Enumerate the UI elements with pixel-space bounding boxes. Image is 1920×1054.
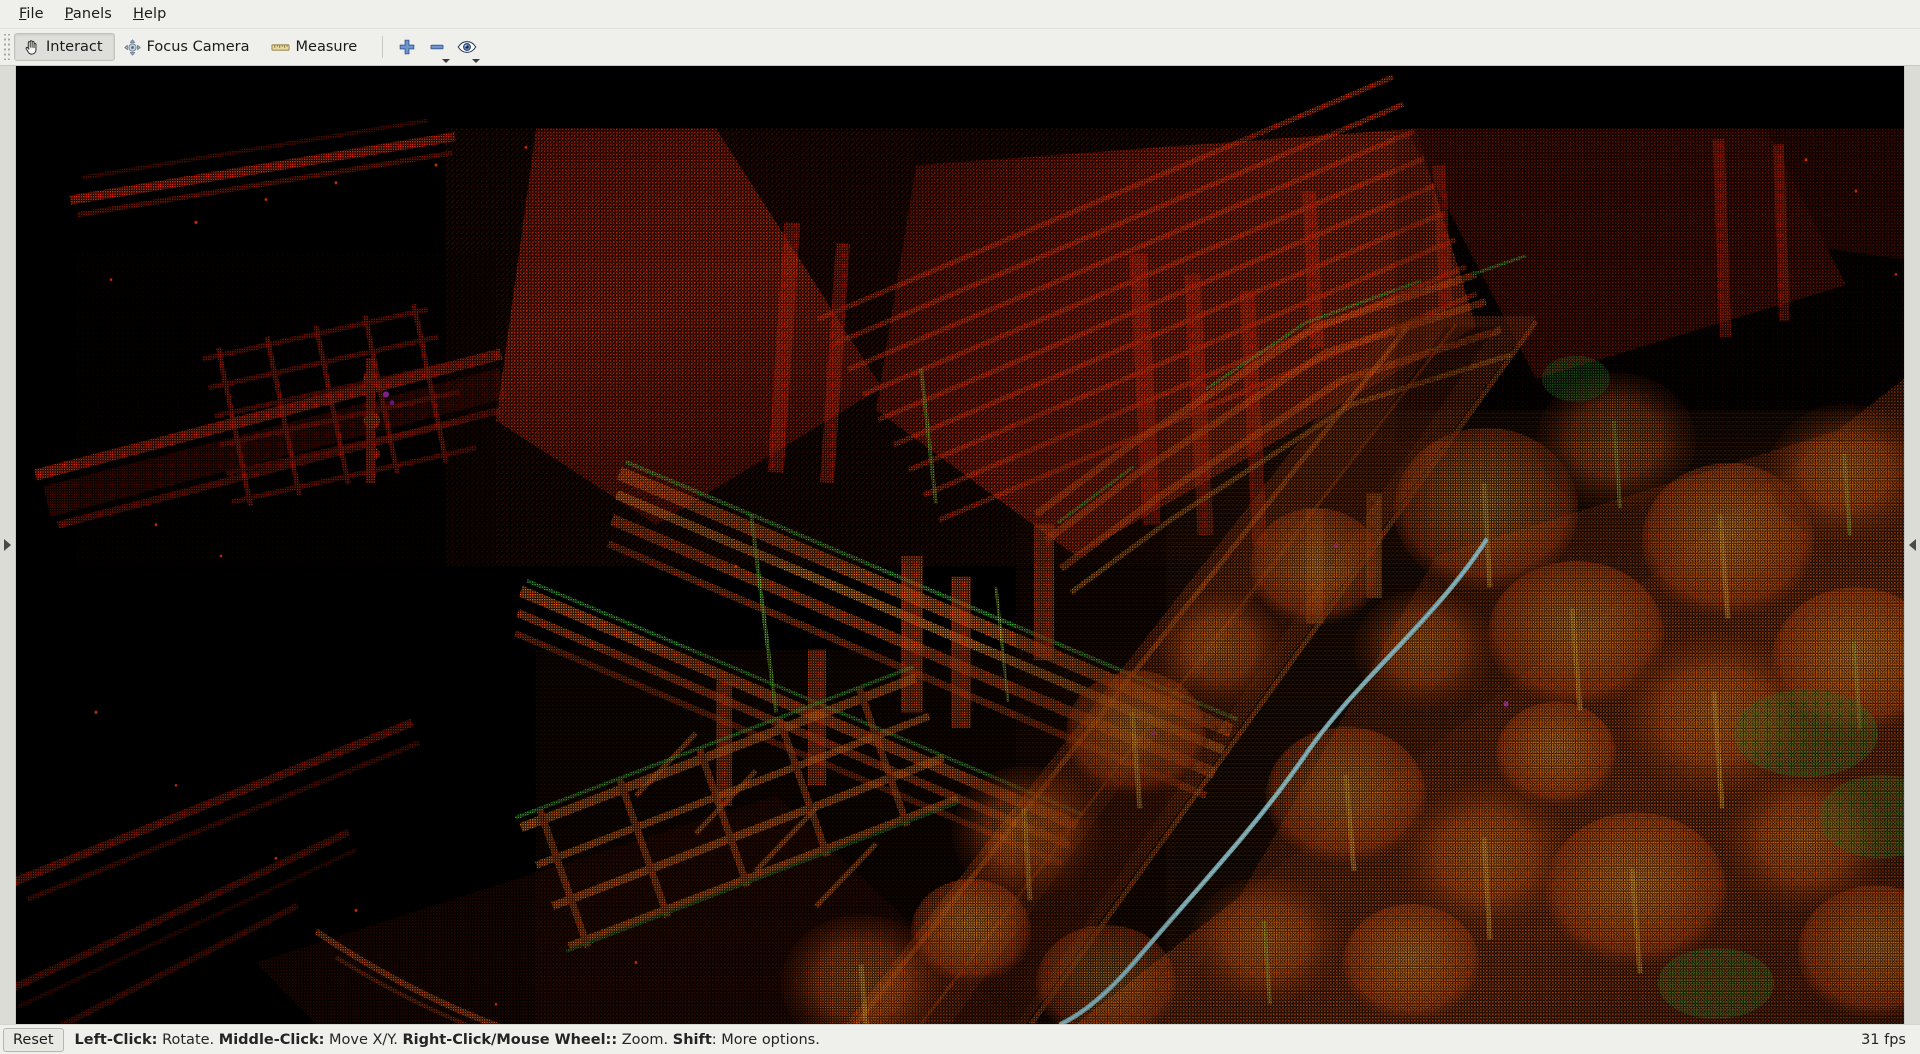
left-panel-expander[interactable] bbox=[0, 66, 16, 1024]
plus-icon bbox=[398, 38, 416, 56]
point-cloud-canvas bbox=[16, 66, 1904, 1024]
ruler-icon bbox=[271, 39, 290, 56]
fps-counter: 31 fps bbox=[1861, 1031, 1906, 1048]
menu-item-panels-rest: anels bbox=[72, 6, 112, 22]
interact-tool-button[interactable]: Interact bbox=[14, 33, 115, 61]
right-panel-expander[interactable] bbox=[1904, 66, 1920, 1024]
interact-tool-label: Interact bbox=[46, 39, 103, 55]
hand-cursor-icon bbox=[23, 39, 40, 56]
menu-item-panels-mnemonic: P bbox=[64, 6, 73, 22]
hint-middle-click-label: Middle-Click: bbox=[218, 1031, 325, 1048]
hint-left-click-label: Left-Click: bbox=[74, 1031, 158, 1048]
hint-shift-value: : More options. bbox=[711, 1031, 820, 1048]
chevron-down-icon[interactable] bbox=[442, 59, 451, 63]
tool-bar: Interact Focus Camera Measure bbox=[0, 29, 1920, 66]
chevron-right-icon bbox=[4, 539, 11, 551]
hint-left-click-value: Rotate. bbox=[157, 1031, 219, 1048]
hint-middle-click-value: Move X/Y. bbox=[324, 1031, 403, 1048]
focus-crosshair-icon bbox=[124, 38, 141, 56]
center-area bbox=[0, 66, 1920, 1024]
measure-tool-button[interactable]: Measure bbox=[262, 33, 370, 61]
visibility-button[interactable] bbox=[452, 33, 482, 63]
rviz-main-window: File Panels Help Interact Focus Camera M… bbox=[0, 0, 1920, 1054]
chevron-down-icon[interactable] bbox=[472, 59, 481, 63]
hint-shift-label: Shift bbox=[672, 1031, 712, 1048]
menu-item-file-rest: ile bbox=[26, 6, 44, 22]
minus-icon bbox=[428, 38, 446, 56]
reset-button[interactable]: Reset bbox=[3, 1027, 64, 1052]
status-bar: Reset Left-Click: Rotate. Middle-Click: … bbox=[0, 1024, 1920, 1054]
chevron-left-icon bbox=[1909, 539, 1916, 551]
hint-right-click-label: Right-Click/Mouse Wheel:: bbox=[402, 1031, 618, 1048]
hint-right-click-value: Zoom. bbox=[617, 1031, 673, 1048]
toolbar-drag-handle[interactable] bbox=[2, 34, 11, 60]
menu-item-panels[interactable]: Panels bbox=[55, 3, 123, 25]
focus-camera-tool-button[interactable]: Focus Camera bbox=[115, 33, 262, 61]
menu-item-help-mnemonic: H bbox=[132, 6, 144, 22]
menu-item-help[interactable]: Help bbox=[123, 3, 177, 25]
add-display-button[interactable] bbox=[392, 33, 422, 61]
menu-item-file[interactable]: File bbox=[9, 3, 55, 25]
toolbar-separator bbox=[382, 36, 384, 58]
remove-display-button[interactable] bbox=[422, 33, 452, 63]
interaction-hint-text: Left-Click: Rotate. Middle-Click: Move X… bbox=[75, 1032, 820, 1048]
menu-bar: File Panels Help bbox=[0, 0, 1920, 29]
menu-item-help-rest: elp bbox=[143, 6, 167, 22]
render-viewport-3d[interactable] bbox=[16, 66, 1904, 1024]
measure-tool-label: Measure bbox=[295, 39, 358, 55]
focus-camera-tool-label: Focus Camera bbox=[146, 39, 250, 55]
eye-icon bbox=[457, 38, 477, 56]
